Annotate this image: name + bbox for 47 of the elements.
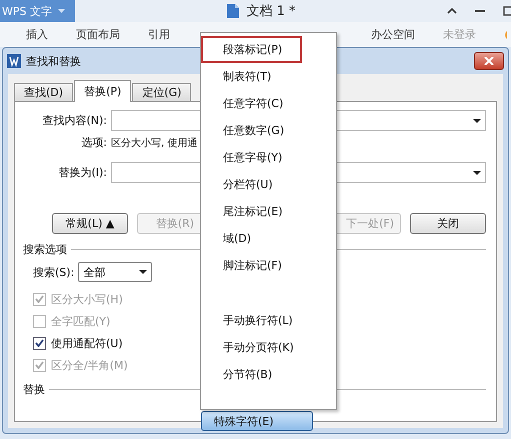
replace-label: 替换为(I):	[57, 165, 107, 180]
checkbox[interactable]	[33, 336, 46, 350]
dialog-title: 查找和替换	[26, 54, 81, 68]
section-title: 替换	[23, 382, 45, 397]
dropdown-arrow-icon	[473, 170, 481, 174]
menu-item[interactable]: 手动分页符(K)	[201, 334, 336, 361]
search-select[interactable]: 全部	[78, 262, 152, 282]
maximize-icon[interactable]	[503, 6, 511, 16]
menu-item[interactable]: 脚注标记(F)	[201, 252, 336, 279]
checkbox-label: 区分大小写(H)	[51, 292, 123, 306]
close-button[interactable]	[474, 52, 504, 70]
ribbon-tab[interactable]: 办公空间	[371, 27, 415, 42]
checkbox-label: 区分全/半角(M)	[51, 358, 128, 372]
menu-item[interactable]: 分栏符(U)	[201, 171, 336, 198]
menu-item[interactable]: 手动换行符(L)	[201, 307, 336, 334]
options-label: 选项:	[80, 135, 107, 150]
app-logo-icon	[7, 54, 21, 68]
dropdown-arrow-icon	[139, 270, 148, 274]
document-title: 文档 1 *	[246, 3, 296, 20]
collapse-icon[interactable]	[447, 8, 458, 14]
menu-item[interactable]: 分节符(B)	[201, 361, 336, 388]
find-label: 查找内容(N):	[41, 113, 107, 128]
options-value: 区分大小写, 使用通	[111, 136, 198, 150]
checkbox-label: 使用通配符(U)	[51, 336, 123, 350]
dialog-button[interactable]: 常规(L) ▲	[52, 213, 128, 234]
menu-item[interactable]: 任意字母(Y)	[201, 144, 336, 171]
document-icon	[226, 3, 240, 19]
menu-item[interactable]: 段落标记(P)	[201, 36, 302, 63]
dialog-tab[interactable]: 替换(P)	[74, 80, 132, 102]
search-label: 搜索(S):	[33, 264, 74, 280]
close-icon	[484, 57, 494, 65]
dialog-button[interactable]: 关闭	[410, 213, 486, 234]
dropdown-arrow-icon	[473, 118, 481, 122]
menu-item[interactable]: 制表符(T)	[201, 63, 336, 90]
menu-item[interactable]: 任意字符(C)	[201, 90, 336, 117]
ribbon-tab[interactable]: 插入	[26, 27, 48, 42]
ribbon-tab[interactable]: 页面布局	[76, 27, 120, 42]
ribbon-tab[interactable]: 引用	[148, 27, 170, 42]
checkbox-label: 全字匹配(Y)	[51, 314, 110, 328]
menu-item[interactable]: 任意数字(G)	[201, 117, 336, 144]
dialog-tab[interactable]: 查找(D)	[14, 83, 74, 102]
caret-icon	[58, 9, 65, 13]
section-title: 搜索选项	[23, 242, 67, 257]
user-icon[interactable]	[504, 28, 507, 40]
minimize-icon[interactable]	[475, 10, 486, 12]
dialog-tab[interactable]: 定位(G)	[132, 83, 192, 102]
special-characters-button[interactable]: 特殊字符(E)	[201, 411, 313, 431]
